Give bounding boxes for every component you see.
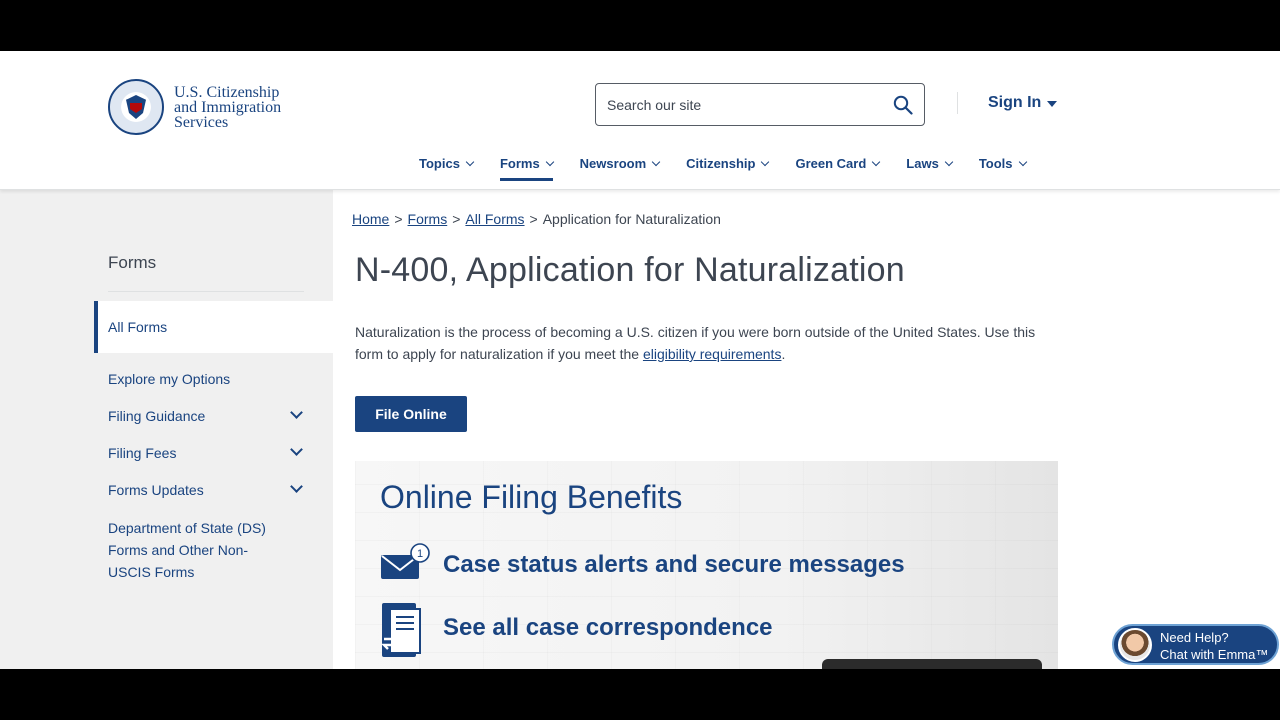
- sidebar-item-all-forms[interactable]: All Forms: [94, 301, 333, 353]
- dhs-seal-icon: [108, 79, 164, 135]
- chat-line1: Need Help?: [1160, 630, 1229, 645]
- agency-name-line1: U.S. Citizenship: [174, 83, 280, 101]
- caret-down-icon: [1047, 101, 1058, 107]
- sidebar-item-filing-guidance[interactable]: Filing Guidance: [108, 405, 205, 427]
- alert-badge: 1: [417, 548, 423, 560]
- chevron-down-icon: [545, 157, 554, 167]
- sidebar-item-ds-forms[interactable]: Department of State (DS) Forms and Other…: [108, 517, 266, 583]
- breadcrumb-home[interactable]: Home: [352, 211, 389, 227]
- chevron-down-icon: [651, 157, 661, 167]
- nav-green-card-label: Green Card: [795, 156, 867, 171]
- chat-line2: Chat with Emma™: [1160, 647, 1269, 662]
- page-title: N-400, Application for Naturalization: [355, 251, 905, 289]
- uscis-logo[interactable]: U.S. Citizenship and Immigration Service…: [108, 79, 281, 135]
- search-box: [595, 83, 925, 126]
- sign-in-label: Sign In: [988, 94, 1042, 111]
- document-exchange-icon: [381, 603, 421, 657]
- breadcrumb-separator: >: [394, 211, 403, 227]
- sidebar-item-label: All Forms: [108, 319, 168, 335]
- breadcrumb-separator: >: [452, 211, 461, 227]
- sidebar-item-ds-line2: Forms and Other Non-: [108, 542, 249, 558]
- laptop-image: [822, 659, 1042, 669]
- emma-avatar: [1118, 628, 1152, 662]
- breadcrumb-current: Application for Naturalization: [542, 211, 721, 227]
- benefit-item: 1 Case status alerts and secure messages: [380, 543, 905, 583]
- sidebar-item-filing-fees[interactable]: Filing Fees: [108, 442, 176, 464]
- nav-green-card[interactable]: Green Card: [795, 156, 881, 181]
- nav-newsroom-label: Newsroom: [579, 156, 647, 171]
- agency-name: U.S. Citizenship and Immigration Service…: [174, 83, 282, 131]
- benefits-title: Online Filing Benefits: [380, 479, 683, 515]
- expand-filing-guidance-icon[interactable]: [290, 408, 302, 420]
- expand-forms-updates-icon[interactable]: [290, 482, 302, 494]
- sign-in-button[interactable]: Sign In: [988, 94, 1058, 112]
- chevron-down-icon: [872, 157, 881, 167]
- sidebar-item-ds-line3: USCIS Forms: [108, 564, 195, 580]
- sidebar-item-explore-options[interactable]: Explore my Options: [108, 368, 230, 390]
- nav-laws[interactable]: Laws: [906, 156, 954, 181]
- nav-newsroom[interactable]: Newsroom: [579, 156, 661, 181]
- nav-forms-label: Forms: [499, 156, 540, 171]
- chat-with-emma-button[interactable]: Need Help? Chat with Emma™: [1112, 624, 1279, 665]
- expand-filing-fees-icon[interactable]: [290, 445, 302, 457]
- search-icon[interactable]: [893, 95, 913, 115]
- chevron-down-icon: [761, 157, 770, 167]
- benefit-text: See all case correspondence: [443, 614, 773, 641]
- benefit-text: Case status alerts and secure messages: [443, 551, 905, 578]
- browser-viewport: U.S. Citizenship and Immigration Service…: [0, 51, 1280, 669]
- nav-forms[interactable]: Forms: [499, 156, 554, 181]
- chevron-down-icon: [465, 157, 475, 167]
- breadcrumb-separator: >: [529, 211, 538, 227]
- sidebar-divider: [108, 291, 304, 292]
- nav-tools[interactable]: Tools: [978, 156, 1027, 181]
- nav-citizenship-label: Citizenship: [686, 156, 756, 171]
- sidebar-heading: Forms: [108, 253, 157, 272]
- envelope-alert-icon: 1: [381, 543, 430, 579]
- intro-end: .: [781, 346, 786, 362]
- nav-topics[interactable]: Topics: [419, 156, 475, 181]
- breadcrumb-forms[interactable]: Forms: [408, 211, 448, 227]
- benefit-item: See all case correspondence: [380, 601, 773, 659]
- breadcrumb-all-forms[interactable]: All Forms: [465, 211, 524, 227]
- chat-text: Need Help? Chat with Emma™: [1160, 629, 1268, 663]
- nav-laws-label: Laws: [906, 156, 939, 171]
- sidebar-item-ds-line1: Department of State (DS): [108, 520, 266, 536]
- online-benefits-banner: Online Filing Benefits 1 Case status ale…: [355, 461, 1058, 669]
- chevron-down-icon: [944, 157, 954, 167]
- header-divider: [957, 92, 958, 114]
- nav-tools-label: Tools: [978, 156, 1013, 171]
- eligibility-link[interactable]: eligibility requirements: [643, 346, 782, 362]
- sidebar-item-forms-updates[interactable]: Forms Updates: [108, 479, 204, 501]
- agency-name-line2: and Immigration: [174, 98, 282, 116]
- sidebar: Forms All Forms Explore my Options Filin…: [0, 190, 333, 669]
- file-online-button[interactable]: File Online: [355, 396, 467, 432]
- agency-name-line3: Services: [174, 113, 229, 131]
- main-nav: Topics Forms Newsroom Citizenship Green …: [419, 156, 1027, 181]
- intro-paragraph: Naturalization is the process of becomin…: [355, 321, 1045, 365]
- chevron-down-icon: [1018, 157, 1027, 167]
- site-header: U.S. Citizenship and Immigration Service…: [0, 51, 1280, 190]
- nav-citizenship[interactable]: Citizenship: [686, 156, 770, 181]
- nav-topics-label: Topics: [419, 156, 460, 171]
- search-input[interactable]: [596, 84, 876, 125]
- breadcrumb: Home > Forms > All Forms > Application f…: [352, 211, 721, 227]
